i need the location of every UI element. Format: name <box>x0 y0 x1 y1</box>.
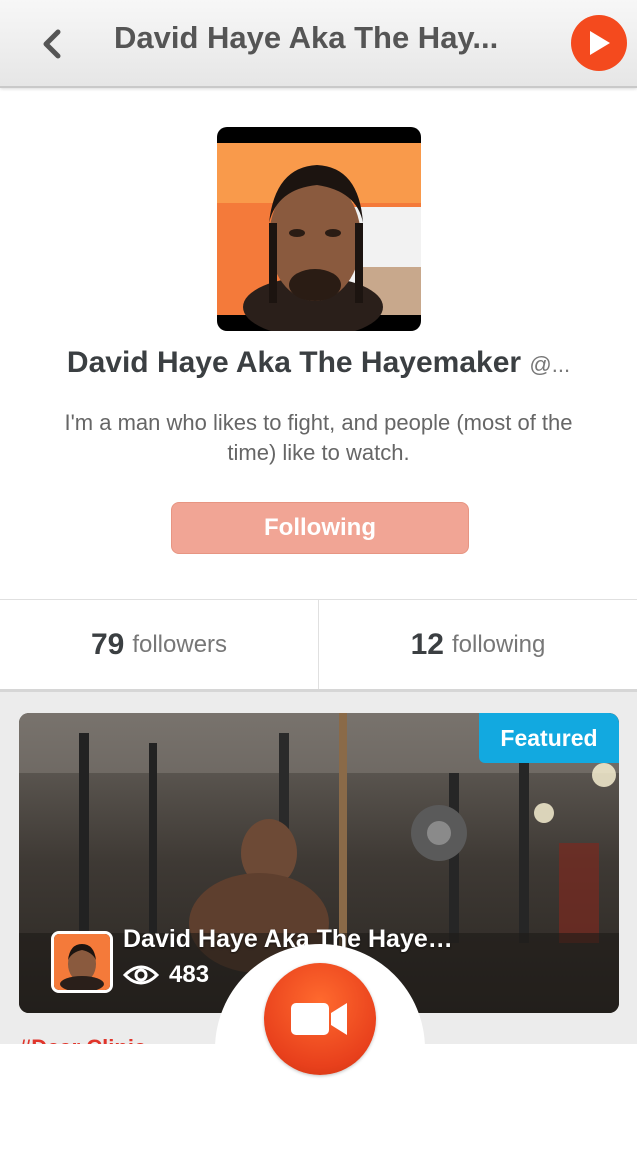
play-button[interactable] <box>571 15 627 71</box>
card-avatar <box>51 931 113 993</box>
views-count: 483 <box>169 961 210 988</box>
eye-icon <box>123 965 159 985</box>
views-stat: 483 <box>123 961 209 989</box>
page-title: David Haye Aka The Hay... <box>114 20 499 55</box>
play-icon <box>590 31 610 55</box>
profile-display-name: David Haye Aka The Hayemaker @... <box>0 346 637 380</box>
back-button[interactable] <box>30 22 74 66</box>
profile-bio: I'm a man who likes to fight, and people… <box>64 410 573 465</box>
featured-badge: Featured <box>479 713 619 763</box>
profile-handle: @... <box>529 352 571 377</box>
following-stat[interactable]: 12 following <box>318 600 637 689</box>
profile-stats: 79 followers 12 following <box>0 599 637 693</box>
following-count: 12 <box>410 627 444 661</box>
profile-avatar <box>217 127 421 331</box>
followers-count: 79 <box>90 627 125 661</box>
profile-name-text: David Haye Aka The Hayemaker <box>66 346 522 379</box>
followers-label: followers <box>132 630 228 658</box>
nav-header: David Haye Aka The Hay... <box>0 0 637 88</box>
video-camera-icon <box>291 1003 347 1035</box>
followers-stat[interactable]: 79 followers <box>0 600 318 689</box>
chevron-left-icon <box>43 29 61 59</box>
following-button[interactable]: Following <box>171 502 469 554</box>
following-label: following <box>451 630 546 658</box>
record-button[interactable] <box>264 963 376 1075</box>
